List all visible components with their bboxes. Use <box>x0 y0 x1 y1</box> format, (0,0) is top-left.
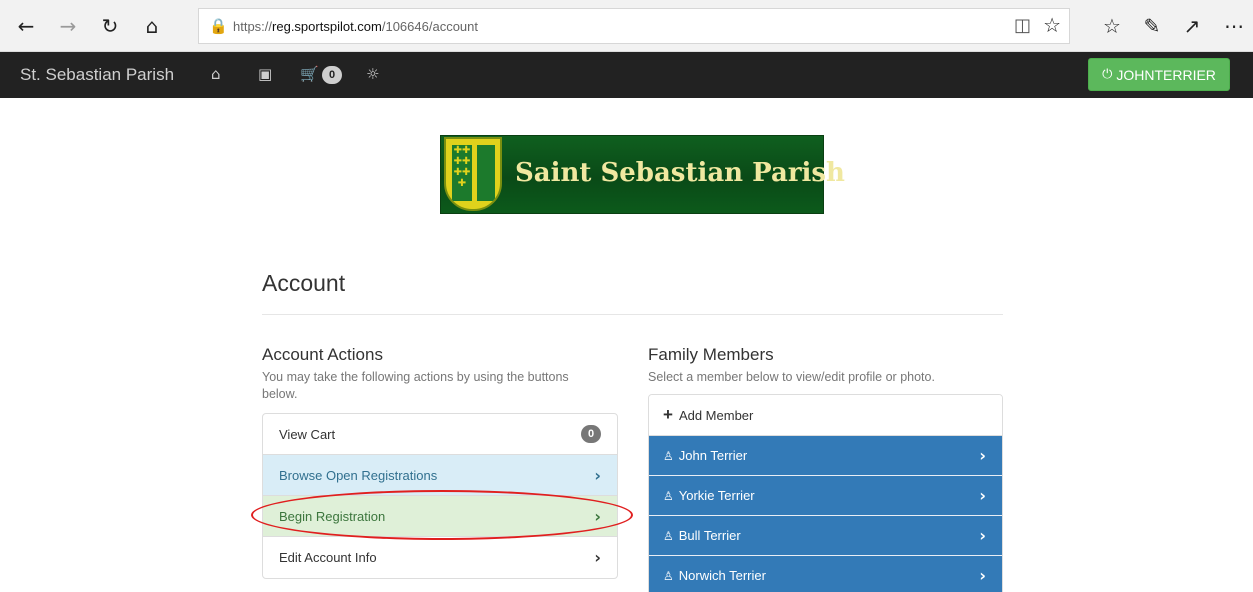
star-icon[interactable]: ☆ <box>1043 13 1061 38</box>
view-cart-item[interactable]: View Cart 0 <box>263 414 617 455</box>
add-member-label: Add Member <box>678 407 754 423</box>
shield-arrows <box>477 145 495 201</box>
user-logout-button[interactable]: ⏻ JOHNTERRIER <box>1088 58 1230 91</box>
cart-count-badge: 0 <box>322 66 342 84</box>
family-members-list: + Add Member ♙ John Terrier › ♙ Yorkie Ter… <box>648 394 1003 592</box>
person-icon: ♙ <box>663 488 674 503</box>
share-icon[interactable]: ↗ <box>1180 14 1204 38</box>
refresh-icon[interactable]: ↻ <box>98 14 122 38</box>
favorites-hub-icon[interactable]: ☆ <box>1100 14 1124 38</box>
member-name: John Terrier <box>678 448 748 463</box>
person-icon: ♙ <box>663 528 674 543</box>
home-icon[interactable]: ⌂ <box>140 14 164 38</box>
logo-text: Saint Sebastian Parish <box>515 158 845 188</box>
highlight-ring <box>251 490 633 540</box>
family-members-help: Select a member below to view/edit profi… <box>648 370 935 384</box>
url-host: reg.sportspilot.com <box>272 19 382 34</box>
family-members-title: Family Members <box>648 345 774 364</box>
member-item[interactable]: ♙ John Terrier › <box>649 436 1002 476</box>
user-button-label: JOHNTERRIER <box>1116 66 1216 83</box>
chevron-right-icon: › <box>594 548 601 567</box>
browser-toolbar: ← → ↻ ⌂ 🔒 https://reg.sportspilot.com/10… <box>0 0 1253 52</box>
member-name: Norwich Terrier <box>678 568 766 583</box>
edit-account-info-item[interactable]: Edit Account Info › <box>263 537 617 578</box>
member-name: Bull Terrier <box>678 528 741 543</box>
member-name: Yorkie Terrier <box>678 488 755 503</box>
forward-arrow-icon[interactable]: → <box>56 14 80 38</box>
address-bar[interactable]: 🔒 https://reg.sportspilot.com/106646/acc… <box>198 8 1070 44</box>
pen-icon[interactable]: ✎ <box>1140 14 1164 38</box>
url-text[interactable]: https://reg.sportspilot.com/106646/accou… <box>233 19 478 34</box>
cart-count-badge: 0 <box>581 425 601 443</box>
url-path: /106646/account <box>381 19 478 34</box>
chevron-right-icon: › <box>979 526 986 545</box>
plus-icon: + <box>663 405 673 424</box>
chevron-right-icon: › <box>594 465 601 485</box>
account-actions-title: Account Actions <box>262 345 383 364</box>
site-navbar: St. Sebastian Parish ⌂ ▣ 🛒 0 ☼ <box>0 52 1253 98</box>
member-item[interactable]: ♙ Norwich Terrier › <box>649 556 1002 592</box>
inbox-icon[interactable]: ▣ <box>258 65 272 83</box>
shield-crosses: ✚✚ ✚✚ ✚✚ ✚ <box>452 145 472 201</box>
view-cart-label: View Cart <box>279 426 336 442</box>
power-icon: ⏻ <box>1102 67 1113 82</box>
cart-icon[interactable]: 🛒 <box>300 65 319 83</box>
more-icon[interactable]: ⋯ <box>1222 14 1246 38</box>
person-icon: ♙ <box>663 568 674 583</box>
brand-link[interactable]: St. Sebastian Parish <box>20 65 174 85</box>
back-arrow-icon[interactable]: ← <box>14 14 38 38</box>
home-icon[interactable]: ⌂ <box>211 65 221 83</box>
edit-account-info-label: Edit Account Info <box>279 550 377 565</box>
title-divider <box>262 314 1003 315</box>
add-member-button[interactable]: + Add Member <box>649 395 1002 436</box>
browse-open-registrations-label: Browse Open Registrations <box>279 467 438 483</box>
chevron-right-icon: › <box>979 446 986 465</box>
chevron-right-icon: › <box>979 566 986 585</box>
url-scheme: https:// <box>233 19 273 34</box>
person-icon: ♙ <box>663 448 674 463</box>
chevron-right-icon: › <box>979 486 986 505</box>
shield-icon: ✚✚ ✚✚ ✚✚ ✚ <box>444 137 502 211</box>
reading-view-icon[interactable]: ◫ <box>1014 15 1031 36</box>
account-actions-help: You may take the following actions by us… <box>262 370 569 401</box>
member-item[interactable]: ♙ Yorkie Terrier › <box>649 476 1002 516</box>
member-item[interactable]: ♙ Bull Terrier › <box>649 516 1002 556</box>
lifebuoy-icon[interactable]: ☼ <box>366 65 379 83</box>
parish-logo: ✚✚ ✚✚ ✚✚ ✚ Saint Sebastian Parish <box>440 135 845 214</box>
page-title: Account <box>262 270 346 296</box>
lock-icon: 🔒 <box>209 18 228 35</box>
